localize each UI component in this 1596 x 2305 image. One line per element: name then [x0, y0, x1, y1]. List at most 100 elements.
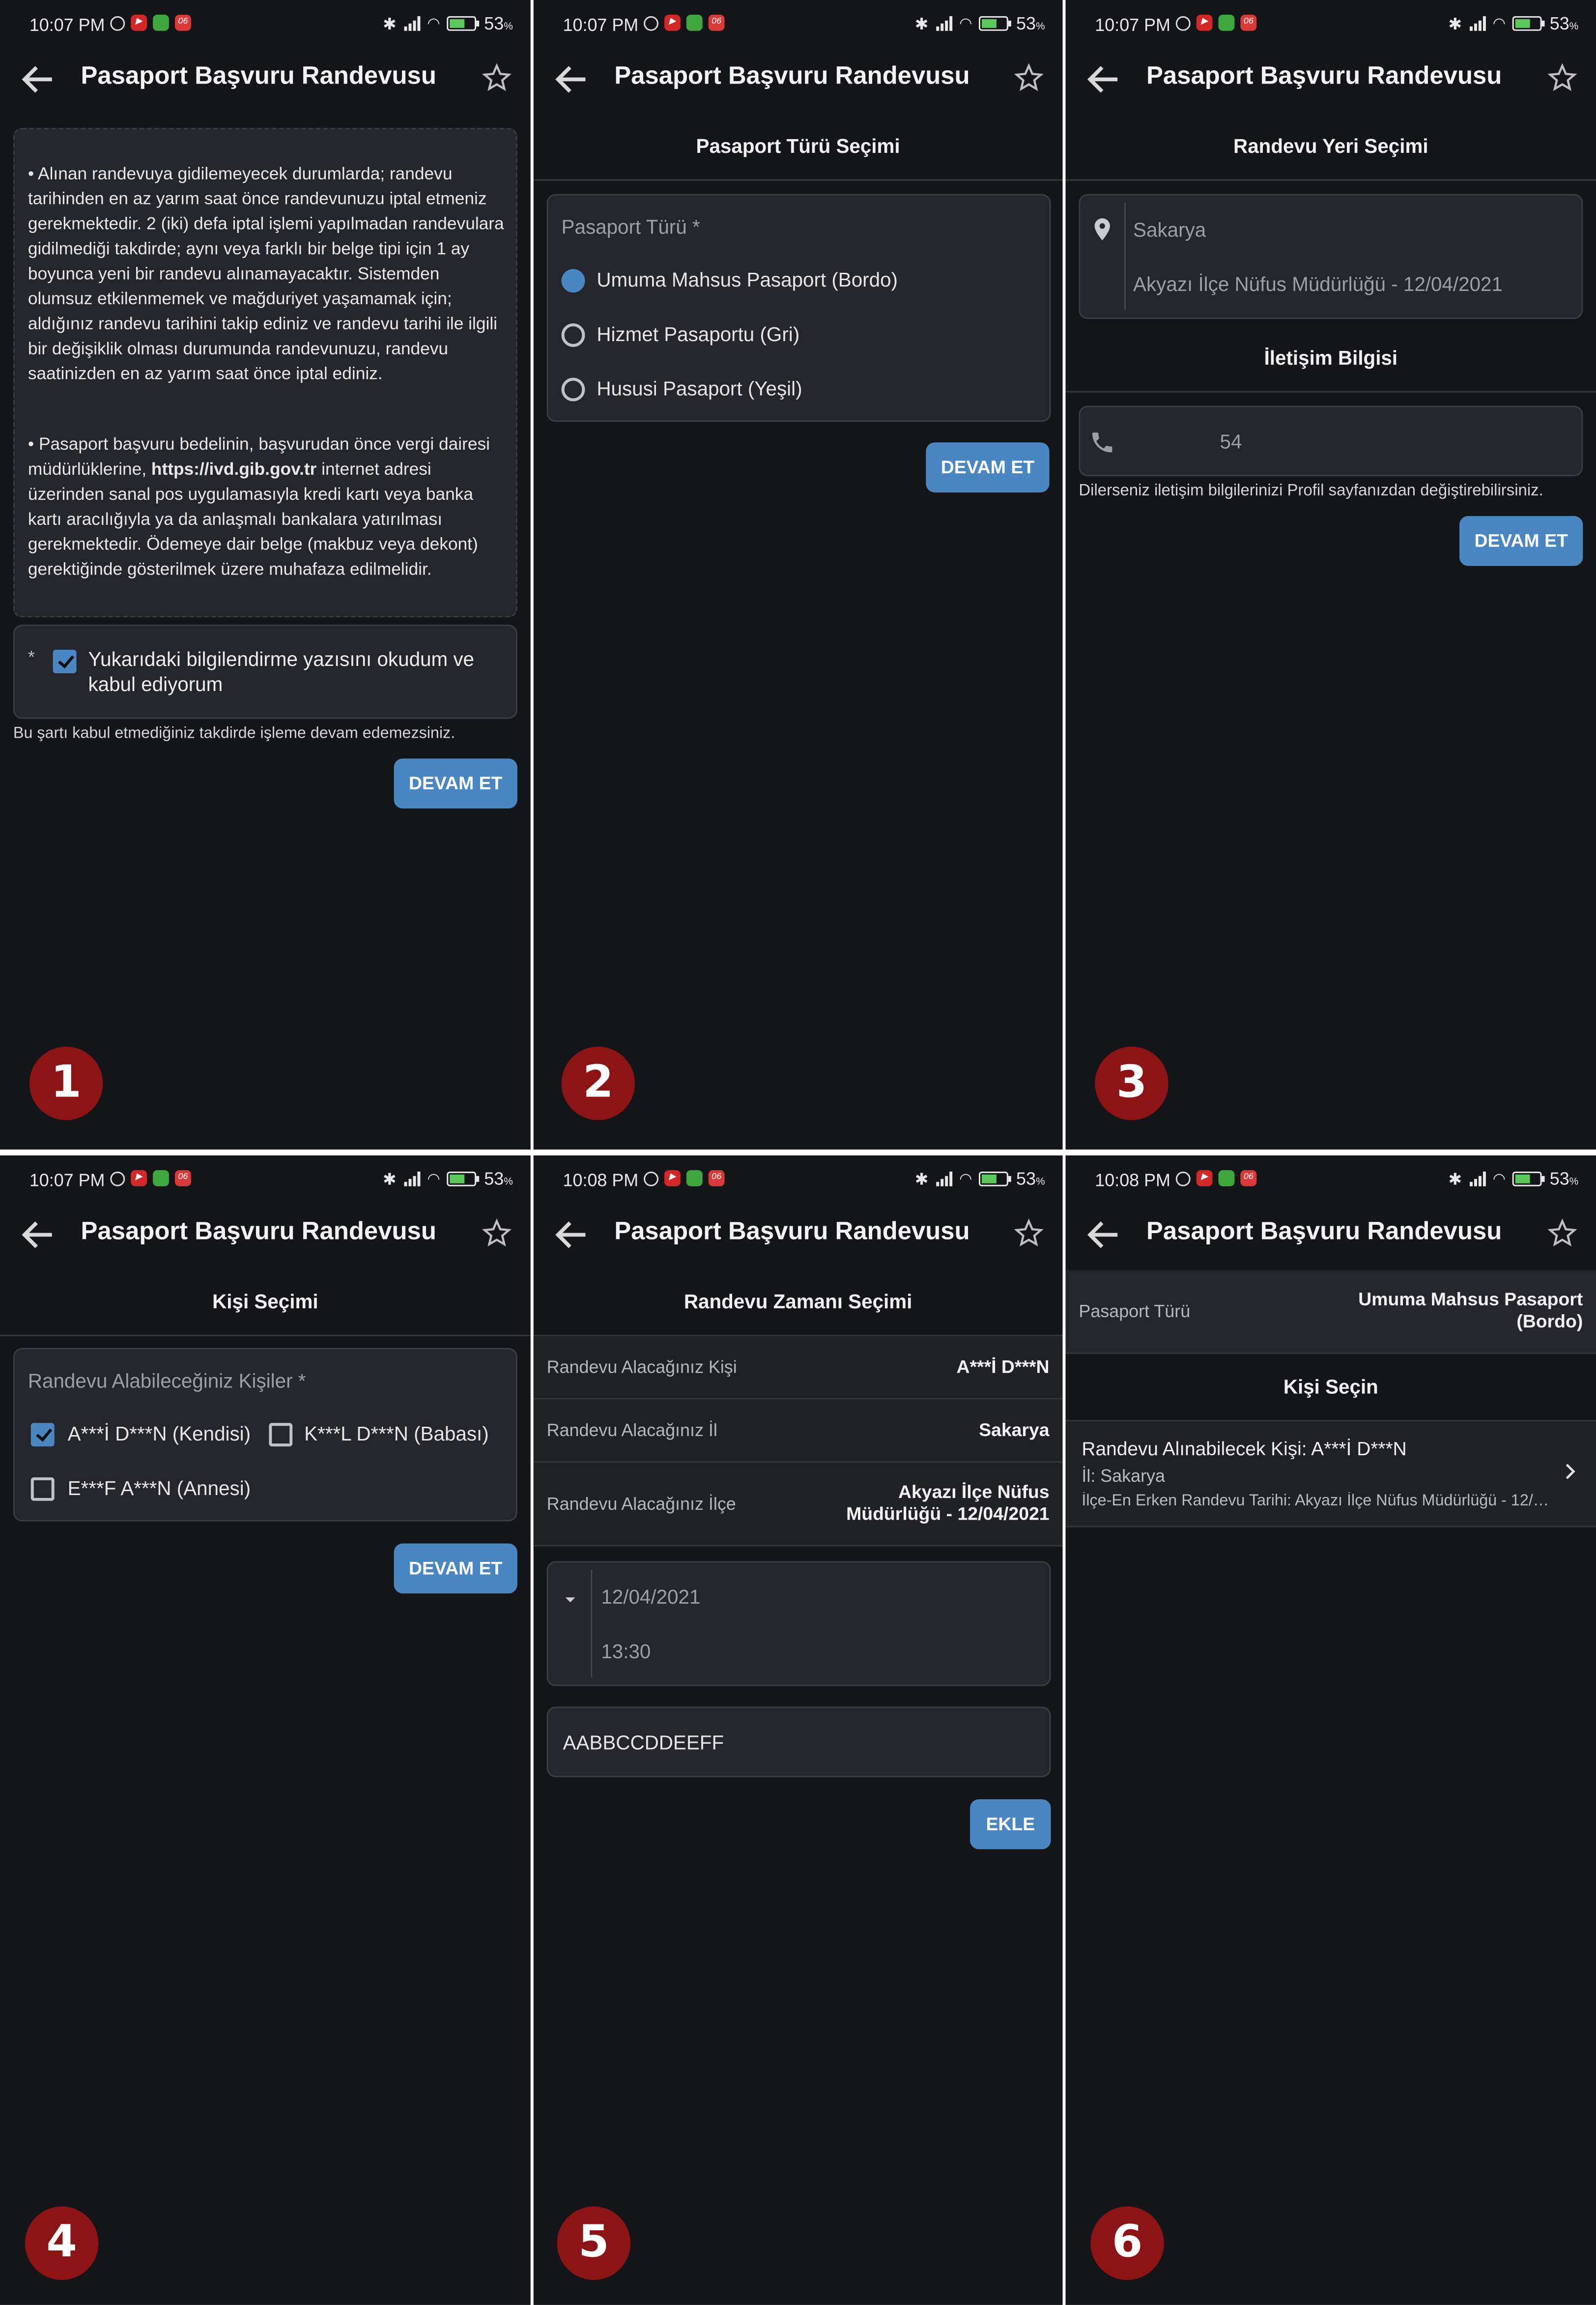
- passport-type-card: Pasaport Türü * Umuma Mahsus Pasaport (B…: [546, 194, 1051, 422]
- continue-button[interactable]: DEVAM ET: [394, 758, 517, 809]
- passport-type-row: Pasaport Türü Umuma Mahsus Pasaport (Bor…: [1065, 1270, 1596, 1354]
- signal-icon: [403, 1171, 420, 1186]
- youtube-icon: ▶: [131, 14, 147, 31]
- section-header: Randevu Zamanı Seçimi: [533, 1270, 1063, 1336]
- consent-checkbox[interactable]: [53, 650, 77, 673]
- phone-icon: [1092, 432, 1112, 453]
- youtube-icon: ▶: [131, 1170, 147, 1186]
- consent-card: * Yukarıdaki bilgilendirme yazısını okud…: [13, 625, 517, 719]
- info-text-box: • Alınan randevuya gidilemeyecek durumla…: [13, 128, 517, 618]
- city-value: Sakarya: [1133, 219, 1206, 241]
- app-green-icon: [686, 14, 703, 31]
- option-label-gri: Hizmet Pasaportu (Gri): [597, 323, 800, 346]
- phone-value: 54: [1220, 431, 1242, 453]
- status-bar: 10:08 PM ▶ 06 ✱ ◠ 53%: [534, 1155, 1063, 1206]
- alarm-icon: [644, 15, 658, 30]
- alarm-icon: [1175, 1171, 1191, 1186]
- passport-type-label: Pasaport Türü *: [561, 216, 700, 238]
- step-badge-5: 5: [557, 2206, 631, 2280]
- status-time: 10:07 PM: [563, 14, 639, 35]
- location-card[interactable]: Sakarya Akyazı İlçe Nüfus Müdürlüğü - 12…: [1079, 194, 1583, 319]
- toolbar-title: Pasaport Başvuru Randevusu: [1146, 61, 1502, 90]
- office-value: Akyazı İlçe Nüfus Müdürlüğü - 12/04/2021: [1133, 273, 1503, 296]
- info-paragraph-2: • Pasaport başvuru bedelinin, başvurudan…: [28, 433, 490, 579]
- list-item-city: İl: Sakarya: [1082, 1466, 1165, 1486]
- summary-value-person: A***İ D***N: [956, 1356, 1050, 1378]
- chevron-right-icon: [1566, 1464, 1575, 1479]
- battery-percent: 53%: [1549, 13, 1579, 34]
- continue-button[interactable]: DEVAM ET: [926, 442, 1050, 492]
- favorite-star-icon[interactable]: [481, 62, 513, 94]
- status-time: 10:08 PM: [563, 1170, 639, 1191]
- list-item-title: Randevu Alınabilecek Kişi: A***İ D***N: [1082, 1438, 1407, 1460]
- section-header: Randevu Yeri Seçimi: [1065, 115, 1596, 181]
- app-toolbar: Pasaport Başvuru Randevusu: [1065, 50, 1596, 109]
- summary-row-person: Randevu Alacağınız Kişi A***İ D***N: [533, 1336, 1063, 1400]
- signal-icon: [936, 16, 952, 31]
- back-arrow-icon[interactable]: [551, 59, 593, 100]
- person-checkbox-kendisi[interactable]: [30, 1423, 55, 1447]
- screen-6-person-select: 10:08 PM ▶ 06 ✱ ◠ 53% Pasaport Başvuru R…: [1065, 1155, 1596, 2305]
- favorite-star-icon[interactable]: [1546, 62, 1579, 94]
- app-red-icon: 06: [708, 14, 725, 31]
- notification-icons: ▶ 06: [1175, 1170, 1257, 1186]
- person-checkbox-babasi[interactable]: [269, 1423, 293, 1447]
- consent-warning: Bu şartı kabul etmediğiniz takdirde işle…: [13, 724, 456, 743]
- favorite-star-icon[interactable]: [481, 1217, 513, 1250]
- toolbar-title: Pasaport Başvuru Randevusu: [614, 1217, 970, 1245]
- youtube-icon: ▶: [1196, 1170, 1213, 1186]
- person-list-item[interactable]: Randevu Alınabilecek Kişi: A***İ D***N İ…: [1065, 1421, 1596, 1527]
- phone-field[interactable]: 54: [1079, 405, 1583, 477]
- app-green-icon: [153, 14, 169, 31]
- summary-row-district: Randevu Alacağınız İlçe Akyazı İlçe Nüfu…: [533, 1463, 1063, 1547]
- app-red-icon: 06: [174, 1170, 191, 1186]
- back-arrow-icon[interactable]: [1083, 1214, 1124, 1256]
- gib-link[interactable]: https://ivd.gib.gov.tr: [151, 459, 316, 479]
- screen-3-location: 10:07 PM ▶ 06 ✱ ◠ 53% Pasaport Başvuru R…: [1065, 0, 1596, 1150]
- bluetooth-icon: ✱: [1448, 1171, 1462, 1189]
- location-pin-icon: [1094, 218, 1110, 241]
- battery-percent: 53%: [484, 13, 513, 34]
- back-arrow-icon[interactable]: [18, 59, 59, 100]
- back-arrow-icon[interactable]: [18, 1214, 59, 1256]
- favorite-star-icon[interactable]: [1546, 1217, 1579, 1250]
- battery-percent: 53%: [1016, 13, 1045, 34]
- battery-percent: 53%: [1549, 1168, 1579, 1189]
- status-time: 10:07 PM: [1095, 14, 1170, 35]
- system-icons: ✱ ◠ 53%: [1448, 1169, 1578, 1189]
- app-toolbar: Pasaport Başvuru Randevusu: [534, 1206, 1063, 1265]
- continue-button[interactable]: DEVAM ET: [394, 1543, 517, 1594]
- person-checkbox-annesi[interactable]: [30, 1477, 55, 1501]
- step-badge-4: 4: [25, 2206, 99, 2280]
- contact-header: İletişim Bilgisi: [1065, 326, 1596, 393]
- signal-icon: [403, 16, 420, 31]
- toolbar-title: Pasaport Başvuru Randevusu: [81, 1217, 436, 1245]
- location-divider: [1124, 202, 1126, 311]
- battery-icon: [979, 1171, 1012, 1186]
- add-button[interactable]: EKLE: [970, 1799, 1051, 1849]
- battery-percent: 53%: [484, 1168, 513, 1189]
- signal-icon: [936, 1171, 952, 1186]
- radio-option-gri[interactable]: [561, 323, 585, 347]
- status-time: 10:08 PM: [1095, 1170, 1170, 1191]
- screen-4-person: 10:07 PM ▶ 06 ✱ ◠ 53% Pasaport Başvuru R…: [0, 1155, 531, 2305]
- youtube-icon: ▶: [664, 14, 681, 31]
- battery-icon: [979, 16, 1012, 31]
- code-field[interactable]: AABBCCDDEEFF: [546, 1706, 1051, 1778]
- continue-button[interactable]: DEVAM ET: [1459, 516, 1583, 566]
- app-red-icon: 06: [1240, 14, 1257, 31]
- notification-icons: ▶ 06: [110, 14, 191, 31]
- dropdown-caret-icon: [565, 1597, 575, 1603]
- alarm-icon: [110, 15, 125, 30]
- passport-type-value: Umuma Mahsus Pasaport (Bordo): [1358, 1289, 1583, 1332]
- date-time-picker[interactable]: 12/04/2021 13:30: [546, 1561, 1051, 1686]
- favorite-star-icon[interactable]: [1013, 62, 1045, 94]
- favorite-star-icon[interactable]: [1013, 1217, 1045, 1250]
- radio-option-bordo[interactable]: [561, 269, 585, 293]
- date-value: 12/04/2021: [601, 1586, 701, 1609]
- radio-option-yesil[interactable]: [561, 377, 585, 402]
- back-arrow-icon[interactable]: [1083, 59, 1124, 100]
- person-label-kendisi: A***İ D***N (Kendisi): [67, 1423, 251, 1445]
- back-arrow-icon[interactable]: [551, 1214, 593, 1256]
- passport-type-label: Pasaport Türü: [1079, 1301, 1191, 1322]
